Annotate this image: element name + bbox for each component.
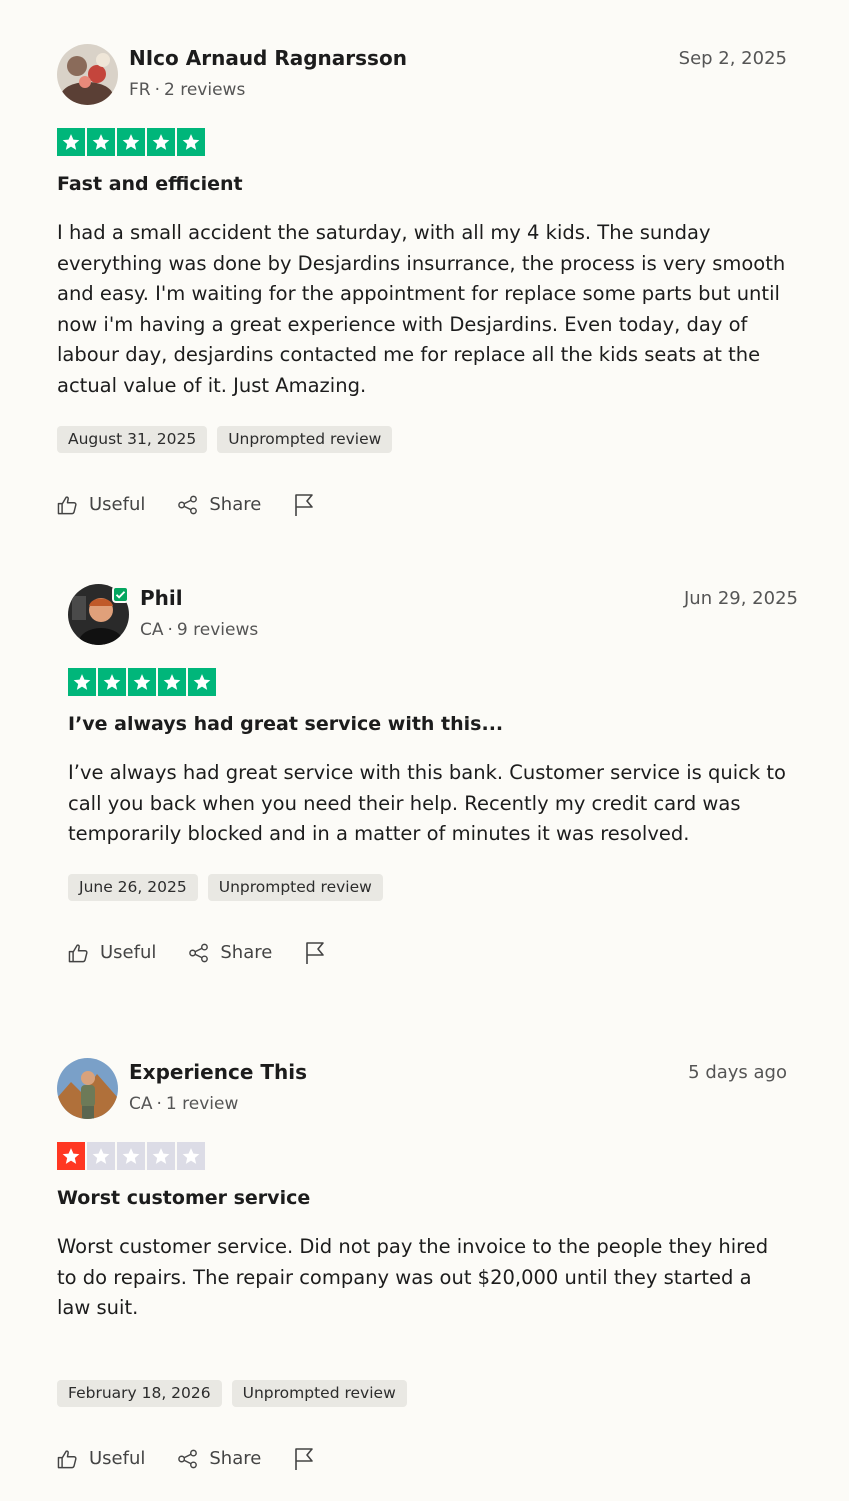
reviewer-review-count: 2 reviews [164,80,246,100]
star-empty-icon [87,1142,115,1170]
reviewer-meta: FR · 2 reviews [129,80,245,100]
reviewer-country: FR [129,80,151,100]
thumbs-up-icon [68,944,88,963]
review-date: 5 days ago [688,1062,787,1083]
review-header: NIco Arnaud Ragnarsson FR · 2 reviews Sep … [57,44,787,108]
experience-date-tag: June 26, 2025 [68,873,198,901]
share-button[interactable]: Share [177,1448,261,1469]
review-card: Phil CA · 9 reviews Jun 29, 2025 I’ve alwa… [68,584,798,965]
unprompted-review-tag[interactable]: Unprompted review [231,1379,407,1407]
reviewer-country: CA [129,1094,153,1114]
star-icon [68,668,96,696]
review-title[interactable]: Worst customer service [57,1184,787,1212]
flag-icon [295,1447,314,1470]
useful-button[interactable]: Useful [57,494,145,515]
review-title[interactable]: I’ve always had great service with this.… [68,710,798,738]
reviewer-meta: CA · 9 reviews [140,620,258,640]
experience-date-tag: February 18, 2026 [57,1379,222,1407]
review-tags: August 31, 2025 Unprompted review [57,425,787,453]
review-actions: Useful Share [68,941,798,965]
star-icon [128,668,156,696]
star-icon [147,128,175,156]
reviewer-meta: CA · 1 review [129,1094,238,1114]
useful-button[interactable]: Useful [57,1448,145,1469]
report-button[interactable] [293,1447,315,1471]
review-body: I’ve always had great service with this … [68,761,786,846]
verified-badge-icon [112,586,129,603]
review-body: Worst customer service. Did not pay the … [57,1235,769,1320]
useful-button[interactable]: Useful [68,942,156,963]
share-label: Share [209,494,262,516]
useful-label: Useful [89,494,146,516]
report-button[interactable] [304,941,326,965]
flag-icon [306,941,325,964]
separator-dot: · [167,620,173,640]
unprompted-review-tag[interactable]: Unprompted review [217,425,393,453]
thumbs-up-icon [57,1450,77,1469]
separator-dot: · [154,80,160,100]
review-body: I had a small accident the saturday, wit… [57,221,786,397]
star-icon [177,128,205,156]
star-rating [68,668,798,696]
experience-date-tag: August 31, 2025 [57,425,208,453]
star-icon [117,128,145,156]
reviewer-review-count: 1 review [165,1094,239,1114]
share-button[interactable]: Share [188,942,272,963]
review-card: NIco Arnaud Ragnarsson FR · 2 reviews Sep … [57,44,787,517]
star-rating [57,128,787,156]
star-icon [57,128,85,156]
separator-dot: · [156,1094,162,1114]
share-button[interactable]: Share [177,494,261,515]
useful-label: Useful [100,942,157,964]
review-actions: Useful Share [57,1447,787,1471]
star-rating [57,1142,787,1170]
star-icon [188,668,216,696]
thumbs-up-icon [57,495,77,514]
star-icon [158,668,186,696]
avatar[interactable] [57,1058,118,1119]
star-icon [87,128,115,156]
report-button[interactable] [293,493,315,517]
review-actions: Useful Share [57,493,787,517]
star-empty-icon [147,1142,175,1170]
reviewer-name[interactable]: NIco Arnaud Ragnarsson [129,46,407,70]
review-date: Jun 29, 2025 [683,588,798,609]
star-empty-icon [177,1142,205,1170]
review-tags: June 26, 2025 Unprompted review [68,873,798,901]
share-icon [178,495,198,514]
star-icon [57,1142,85,1170]
review-tags: February 18, 2026 Unprompted review [57,1379,787,1407]
review-title[interactable]: Fast and efficient [57,170,787,198]
star-empty-icon [117,1142,145,1170]
avatar[interactable] [57,44,118,105]
reviewer-country: CA [140,620,164,640]
review-header: Phil CA · 9 reviews Jun 29, 2025 [68,584,798,648]
share-label: Share [209,1448,262,1470]
review-header: Experience This CA · 1 review 5 days ago [57,1058,787,1122]
share-icon [189,943,209,963]
review-date: Sep 2, 2025 [678,48,787,69]
share-label: Share [220,942,273,964]
unprompted-review-tag[interactable]: Unprompted review [207,873,383,901]
share-icon [178,1449,198,1469]
flag-icon [295,493,314,516]
review-card: Experience This CA · 1 review 5 days ago W… [57,1058,787,1471]
star-icon [98,668,126,696]
reviewer-name[interactable]: Experience This [129,1060,307,1084]
reviewer-name[interactable]: Phil [140,586,183,610]
useful-label: Useful [89,1448,146,1470]
reviewer-review-count: 9 reviews [176,620,259,640]
